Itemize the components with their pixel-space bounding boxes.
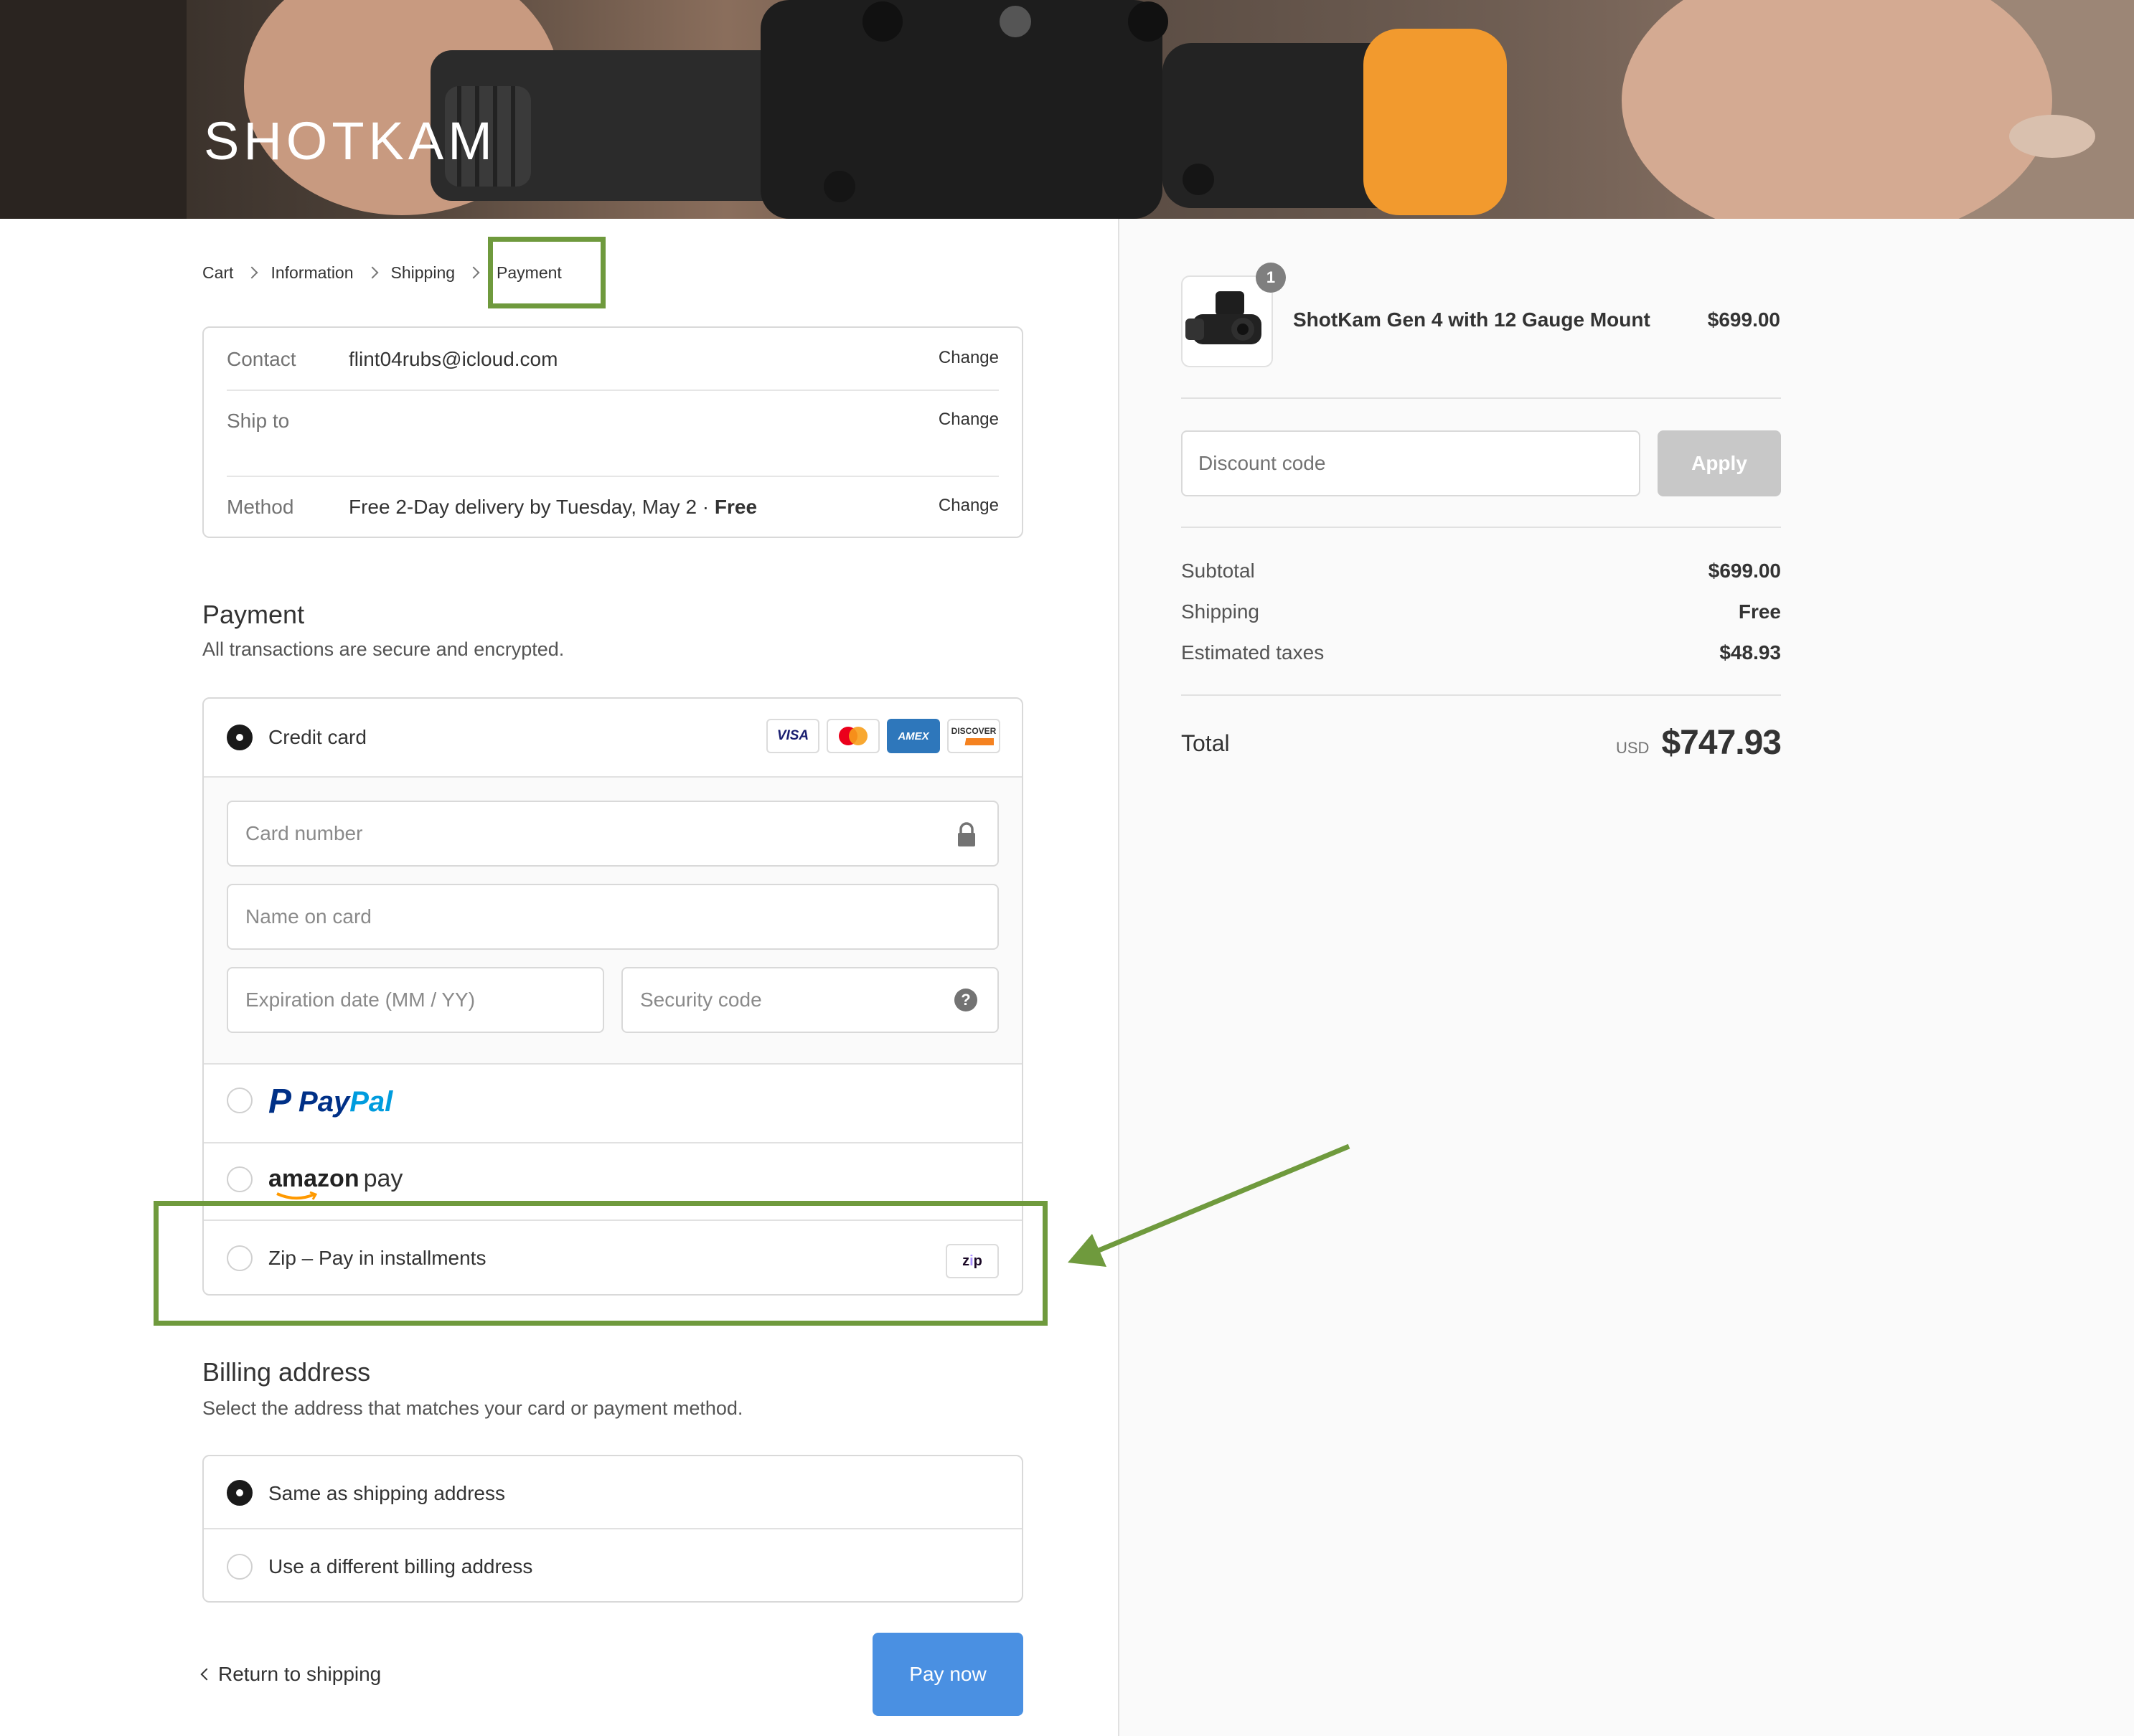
contact-value: flint04rubs@icloud.com bbox=[349, 348, 558, 370]
total-label: Total bbox=[1181, 730, 1230, 756]
total-currency: USD bbox=[1616, 739, 1650, 757]
paypal-pay: Pay bbox=[299, 1086, 350, 1118]
same-as-shipping-radio[interactable] bbox=[227, 1480, 253, 1506]
divider bbox=[227, 476, 999, 477]
ship-to-label: Ship to bbox=[227, 410, 290, 432]
breadcrumb-cart[interactable]: Cart bbox=[202, 263, 233, 283]
credit-card-fields: ? bbox=[204, 776, 1022, 1065]
card-number-input[interactable] bbox=[227, 801, 999, 867]
payment-subtitle: All transactions are secure and encrypte… bbox=[202, 638, 565, 660]
method-row: Method Free 2-Day delivery by Tuesday, M… bbox=[227, 496, 999, 524]
amazon-pay-radio[interactable] bbox=[227, 1166, 253, 1192]
annotation-arrow-icon bbox=[1068, 1143, 1350, 1267]
method-price: Free bbox=[714, 496, 758, 518]
paypal-p-icon: P bbox=[268, 1082, 292, 1121]
zip-p: p bbox=[973, 1253, 982, 1269]
help-icon[interactable]: ? bbox=[954, 989, 977, 1011]
chevron-right-icon bbox=[245, 266, 258, 279]
method-value: Free 2-Day delivery by Tuesday, May 2 · … bbox=[349, 496, 757, 519]
credit-card-option[interactable]: Credit card VISA AMEX DISCOVER bbox=[204, 699, 1022, 776]
different-billing-label: Use a different billing address bbox=[268, 1555, 533, 1577]
card-brand-badges: VISA AMEX DISCOVER bbox=[766, 719, 1000, 753]
different-billing-option[interactable]: Use a different billing address bbox=[204, 1529, 1022, 1601]
product-thumbnail bbox=[1181, 275, 1273, 367]
credit-card-label: Credit card bbox=[268, 726, 367, 748]
breadcrumb-shipping[interactable]: Shipping bbox=[391, 263, 456, 283]
security-code-input[interactable] bbox=[621, 967, 999, 1033]
ship-to-row: Ship to Change bbox=[227, 410, 999, 438]
paypal-option[interactable]: P PayPal bbox=[204, 1065, 1022, 1143]
subtotal-label: Subtotal bbox=[1181, 560, 1255, 582]
discover-icon: DISCOVER bbox=[947, 719, 1000, 753]
payment-heading: Payment bbox=[202, 600, 305, 629]
name-on-card-input[interactable] bbox=[227, 884, 999, 950]
billing-subtitle: Select the address that matches your car… bbox=[202, 1397, 743, 1419]
amazon-wordmark: amazon bbox=[268, 1165, 359, 1192]
taxes-value: $48.93 bbox=[1719, 641, 1781, 664]
paypal-radio[interactable] bbox=[227, 1088, 253, 1113]
discount-code-input[interactable] bbox=[1181, 430, 1640, 496]
breadcrumb-information[interactable]: Information bbox=[271, 263, 353, 283]
method-description: Free 2-Day delivery by Tuesday, May 2 · bbox=[349, 496, 710, 518]
same-as-shipping-option[interactable]: Same as shipping address bbox=[204, 1456, 1022, 1529]
discover-text: DISCOVER bbox=[951, 726, 997, 736]
billing-heading: Billing address bbox=[202, 1357, 371, 1387]
divider bbox=[227, 390, 999, 391]
divider bbox=[1181, 527, 1781, 528]
quantity-badge: 1 bbox=[1256, 263, 1286, 293]
amex-icon: AMEX bbox=[887, 719, 940, 753]
zip-z: z bbox=[962, 1253, 970, 1269]
chevron-right-icon bbox=[467, 266, 480, 279]
breadcrumb-payment: Payment bbox=[497, 263, 562, 282]
different-billing-radio[interactable] bbox=[227, 1554, 253, 1580]
change-contact-link[interactable]: Change bbox=[939, 348, 999, 368]
pay-now-button[interactable]: Pay now bbox=[873, 1633, 1023, 1716]
change-ship-to-link[interactable]: Change bbox=[939, 410, 999, 430]
zip-logo-icon: zip bbox=[946, 1244, 999, 1278]
apply-discount-button[interactable]: Apply bbox=[1658, 430, 1781, 496]
total-amount: $747.93 bbox=[1661, 724, 1782, 762]
breadcrumb: Cart Information Shipping Payment bbox=[202, 260, 562, 286]
contact-label: Contact bbox=[227, 348, 296, 370]
product-name: ShotKam Gen 4 with 12 Gauge Mount bbox=[1293, 308, 1650, 331]
zip-option[interactable]: Zip – Pay in installments zip bbox=[204, 1221, 1022, 1294]
payment-methods: Credit card VISA AMEX DISCOVER ? P bbox=[202, 697, 1023, 1296]
paypal-pal: Pal bbox=[349, 1086, 393, 1118]
amazon-pay-option[interactable]: amazon pay bbox=[204, 1143, 1022, 1221]
checkout-review-box: Contact flint04rubs@icloud.com Change Sh… bbox=[202, 326, 1023, 538]
camera-product-image bbox=[1185, 291, 1261, 344]
chevron-left-icon bbox=[200, 1668, 213, 1681]
zip-label: Zip – Pay in installments bbox=[268, 1247, 487, 1269]
paypal-wordmark: PayPal bbox=[299, 1088, 393, 1116]
billing-address-options: Same as shipping address Use a different… bbox=[202, 1455, 1023, 1603]
visa-icon: VISA bbox=[766, 719, 819, 753]
return-to-shipping-link[interactable]: Return to shipping bbox=[200, 1663, 382, 1686]
lock-icon bbox=[958, 822, 975, 846]
return-to-shipping-label: Return to shipping bbox=[218, 1663, 382, 1685]
shipping-value: Free bbox=[1738, 600, 1781, 623]
shipping-label: Shipping bbox=[1181, 600, 1259, 623]
header-banner: SHOTKAM bbox=[0, 0, 2134, 219]
change-method-link[interactable]: Change bbox=[939, 496, 999, 516]
amazon-pay-logo: amazon pay bbox=[268, 1165, 403, 1200]
divider bbox=[1181, 397, 1781, 399]
amazon-pay-text: pay bbox=[363, 1165, 403, 1192]
mastercard-icon bbox=[827, 719, 880, 753]
zip-radio[interactable] bbox=[227, 1245, 253, 1271]
subtotal-value: $699.00 bbox=[1708, 560, 1781, 582]
product-hero-image bbox=[0, 0, 2134, 219]
chevron-right-icon bbox=[366, 266, 379, 279]
divider bbox=[1181, 694, 1781, 696]
discover-stripe bbox=[954, 738, 994, 745]
paypal-logo: P PayPal bbox=[268, 1085, 393, 1119]
amazon-smile-icon bbox=[276, 1191, 318, 1200]
shotkam-logo[interactable]: SHOTKAM bbox=[204, 115, 497, 168]
same-as-shipping-label: Same as shipping address bbox=[268, 1482, 505, 1504]
credit-card-radio[interactable] bbox=[227, 725, 253, 750]
product-price: $699.00 bbox=[1707, 308, 1780, 331]
method-label: Method bbox=[227, 496, 294, 518]
contact-row: Contact flint04rubs@icloud.com Change bbox=[227, 348, 999, 377]
expiration-date-input[interactable] bbox=[227, 967, 604, 1033]
taxes-label: Estimated taxes bbox=[1181, 641, 1325, 664]
